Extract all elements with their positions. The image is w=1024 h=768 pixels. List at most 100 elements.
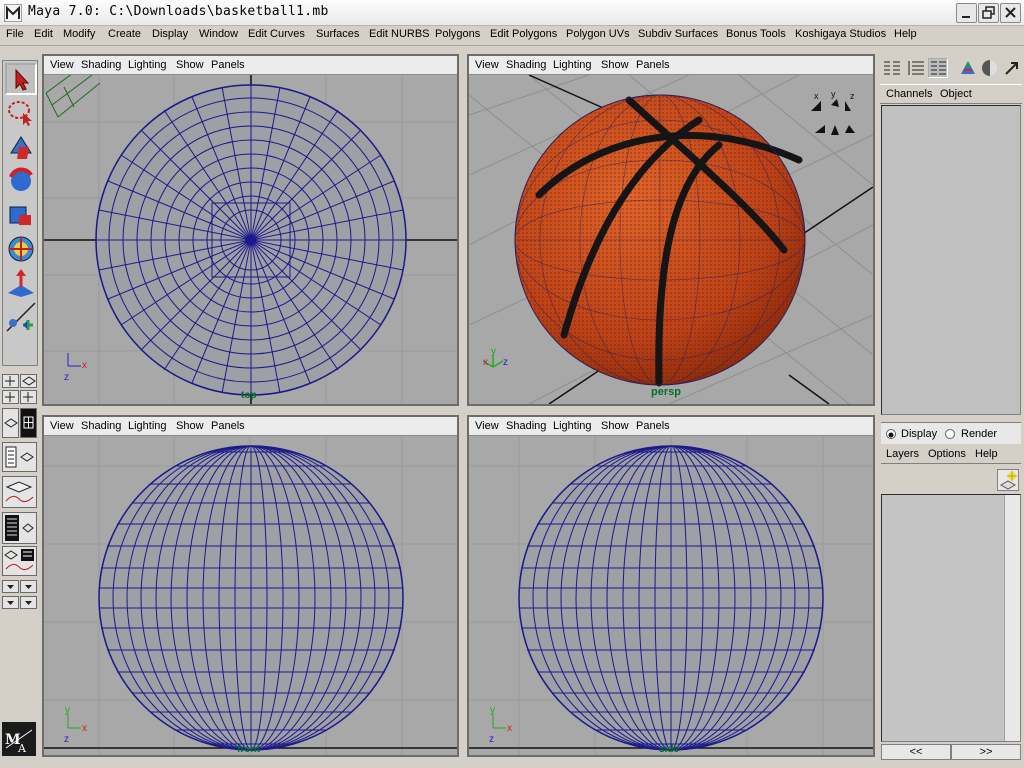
menu-bonus-tools[interactable]: Bonus Tools xyxy=(726,28,786,40)
menu-file[interactable]: File xyxy=(6,28,24,40)
channel-layer-toggle-icon[interactable] xyxy=(928,58,948,78)
viewport-menu-view[interactable]: View xyxy=(475,59,499,71)
soft-modification-tool-icon[interactable] xyxy=(5,267,37,299)
maya-logo: MA xyxy=(2,722,36,756)
maximize-button[interactable] xyxy=(978,3,999,23)
layout-grid-icon[interactable] xyxy=(20,408,37,438)
layer-menu-options[interactable]: Options xyxy=(928,448,966,460)
menu-edit-nurbs[interactable]: Edit NURBS xyxy=(369,28,430,40)
layout-two-icon[interactable] xyxy=(20,390,37,404)
tab-object[interactable]: Object xyxy=(940,88,972,100)
layout-persp-icon[interactable] xyxy=(20,374,37,388)
move-tool-icon[interactable] xyxy=(5,131,37,163)
layout-hypershade-icon[interactable] xyxy=(2,512,37,544)
layout-graph-editor-icon[interactable] xyxy=(2,476,37,508)
axis-x-label: x xyxy=(82,360,87,371)
viewport-menu-view[interactable]: View xyxy=(50,420,74,432)
main-menu-bar: File Edit Modify Create Display Window E… xyxy=(0,26,1024,46)
channel-box-icon[interactable] xyxy=(882,58,902,78)
scroll-right-button[interactable]: >> xyxy=(951,744,1021,760)
menu-window[interactable]: Window xyxy=(199,28,238,40)
close-button[interactable] xyxy=(1000,3,1021,23)
viewport-front[interactable]: View Shading Lighting Show Panels y z x … xyxy=(42,415,459,757)
svg-text:z: z xyxy=(489,734,494,745)
menu-edit[interactable]: Edit xyxy=(34,28,53,40)
layout-outliner-icon[interactable] xyxy=(2,442,37,472)
maya-app-icon[interactable] xyxy=(3,3,23,23)
viewport-menu-shading[interactable]: Shading xyxy=(506,59,546,71)
tab-channels[interactable]: Channels xyxy=(886,88,932,100)
layer-menu-layers[interactable]: Layers xyxy=(886,448,919,460)
radio-display[interactable] xyxy=(886,429,896,439)
viewport-persp[interactable]: View Shading Lighting Show Panels x y z … xyxy=(467,54,875,406)
layout-single-icon[interactable] xyxy=(2,374,19,388)
layout-dropdown-3[interactable] xyxy=(2,596,19,609)
attribute-editor-icon[interactable] xyxy=(906,58,926,78)
layer-menu-help[interactable]: Help xyxy=(975,448,998,460)
layout-dropdown-2[interactable] xyxy=(20,580,37,593)
radio-render[interactable] xyxy=(945,429,955,439)
viewport-menu-lighting[interactable]: Lighting xyxy=(128,59,167,71)
rotate-tool-icon[interactable] xyxy=(5,165,37,197)
camera-label-persp: persp xyxy=(651,386,681,398)
scroll-left-button[interactable]: << xyxy=(881,744,951,760)
menu-edit-curves[interactable]: Edit Curves xyxy=(248,28,305,40)
svg-text:y: y xyxy=(490,705,495,716)
menu-koshigaya-studios[interactable]: Koshigaya Studios xyxy=(795,28,886,40)
viewport-menu-panels[interactable]: Panels xyxy=(636,420,670,432)
layout-dropdown-1[interactable] xyxy=(2,580,19,593)
viewport-menu-lighting[interactable]: Lighting xyxy=(553,59,592,71)
viewport-menu-panels[interactable]: Panels xyxy=(211,59,245,71)
menu-edit-polygons[interactable]: Edit Polygons xyxy=(490,28,557,40)
new-layer-icon[interactable] xyxy=(997,469,1019,491)
viewport-menu-shading[interactable]: Shading xyxy=(81,420,121,432)
menu-modify[interactable]: Modify xyxy=(63,28,95,40)
viewport-menu-show[interactable]: Show xyxy=(176,59,204,71)
channel-box[interactable] xyxy=(881,105,1021,415)
layer-list-scrollbar[interactable] xyxy=(1004,495,1020,741)
menu-help[interactable]: Help xyxy=(894,28,917,40)
layout-render-view-icon[interactable] xyxy=(2,546,37,576)
svg-text:y: y xyxy=(65,705,70,716)
tool-settings-icon[interactable] xyxy=(958,58,978,78)
viewport-menu-show[interactable]: Show xyxy=(176,420,204,432)
camera-label-side: side xyxy=(659,744,679,755)
viewport-top[interactable]: View Shading Lighting Show Panels z x to… xyxy=(42,54,459,406)
viewport-menu-shading[interactable]: Shading xyxy=(506,420,546,432)
manipulator-tool-icon[interactable] xyxy=(5,233,37,265)
viewport-menu-view[interactable]: View xyxy=(50,59,74,71)
axis-z-label: z xyxy=(64,372,69,383)
show-manipulator-tool-icon[interactable] xyxy=(5,301,37,333)
lasso-tool-icon[interactable] xyxy=(5,97,37,129)
menu-polygon-uvs[interactable]: Polygon UVs xyxy=(566,28,630,40)
layout-four-icon[interactable] xyxy=(2,390,19,404)
arrow-tool-icon[interactable] xyxy=(1002,58,1022,78)
channel-layer-panel: Channels Object Display Render Layers Op… xyxy=(878,52,1024,768)
viewport-menu-show[interactable]: Show xyxy=(601,420,629,432)
layout-dropdown-4[interactable] xyxy=(20,596,37,609)
panel-scroll-arrows: << >> xyxy=(881,744,1021,760)
gizmo-y-label: y xyxy=(831,89,836,99)
svg-text:z: z xyxy=(503,357,508,368)
viewport-side[interactable]: View Shading Lighting Show Panels y z x … xyxy=(467,415,875,757)
viewport-menu-panels[interactable]: Panels xyxy=(636,59,670,71)
scale-tool-icon[interactable] xyxy=(5,199,37,231)
render-icon[interactable] xyxy=(980,58,1000,78)
viewport-menu-panels[interactable]: Panels xyxy=(211,420,245,432)
layer-list[interactable] xyxy=(881,494,1021,742)
minimize-button[interactable] xyxy=(956,3,977,23)
menu-surfaces[interactable]: Surfaces xyxy=(316,28,359,40)
menu-subdiv-surfaces[interactable]: Subdiv Surfaces xyxy=(638,28,718,40)
viewport-menu-show[interactable]: Show xyxy=(601,59,629,71)
viewport-menu-shading[interactable]: Shading xyxy=(81,59,121,71)
camera-label-top: top xyxy=(241,390,257,401)
select-tool-icon[interactable] xyxy=(5,63,37,95)
viewport-menu-lighting[interactable]: Lighting xyxy=(553,420,592,432)
menu-create[interactable]: Create xyxy=(108,28,141,40)
svg-text:y: y xyxy=(491,346,496,357)
viewport-menu-view[interactable]: View xyxy=(475,420,499,432)
menu-polygons[interactable]: Polygons xyxy=(435,28,480,40)
menu-display[interactable]: Display xyxy=(152,28,188,40)
layout-persp-outliner-icon[interactable] xyxy=(2,408,19,438)
viewport-menu-lighting[interactable]: Lighting xyxy=(128,420,167,432)
